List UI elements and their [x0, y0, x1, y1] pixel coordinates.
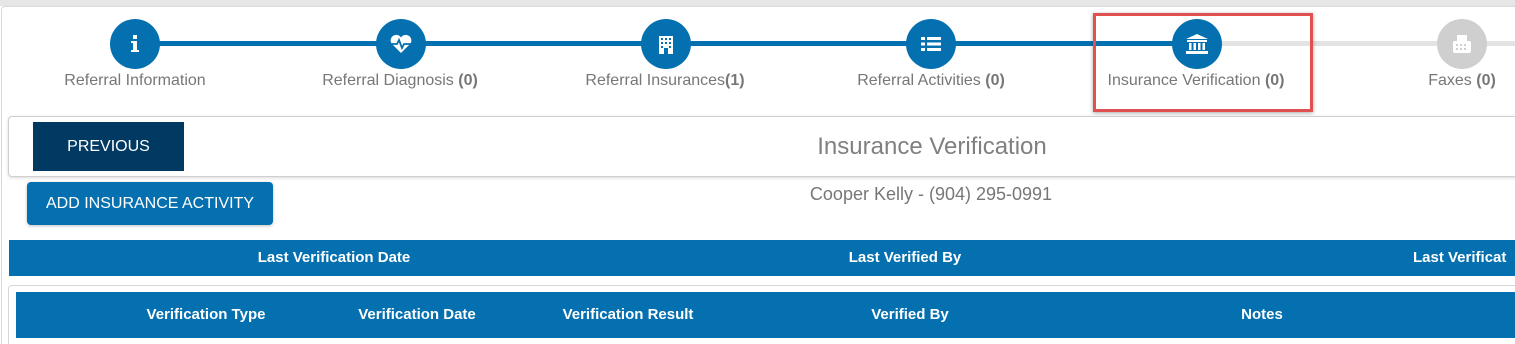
- step-referral-insurances-label[interactable]: Referral Insurances(1): [585, 72, 744, 90]
- active-step-highlight: [1093, 13, 1313, 112]
- column-header-last-verification[interactable]: Last Verificat: [1413, 249, 1506, 266]
- step-referral-diagnosis-label[interactable]: Referral Diagnosis (0): [322, 72, 478, 90]
- column-header-verification-result[interactable]: Verification Result: [563, 306, 694, 323]
- patient-info: Cooper Kelly - (904) 295-0991: [809, 184, 1053, 204]
- verification-table-header: Verification Type Verification Date Veri…: [16, 292, 1515, 338]
- step-referral-diagnosis-button[interactable]: [376, 19, 426, 69]
- column-header-last-verified-by[interactable]: Last Verified By: [849, 249, 962, 266]
- step-faxes-button[interactable]: [1437, 19, 1487, 69]
- step-referral-insurances-button[interactable]: [641, 19, 691, 69]
- step-referral-information-label[interactable]: Referral Information: [64, 72, 205, 90]
- column-header-verified-by[interactable]: Verified By: [871, 306, 949, 323]
- page-title: Insurance Verification: [817, 133, 1047, 160]
- step-referral-activities-button[interactable]: [906, 19, 956, 69]
- referral-wizard: Referral Information Referral Diagnosis …: [0, 0, 1515, 112]
- column-header-notes[interactable]: Notes: [1241, 306, 1283, 323]
- hospital-icon: [658, 34, 674, 54]
- section-header-panel: PREVIOUS Insurance Verification: [8, 116, 1515, 177]
- step-referral-information-button[interactable]: [110, 19, 160, 69]
- summary-table-header: Last Verification Date Last Verified By …: [9, 240, 1515, 276]
- info-icon: [130, 35, 140, 53]
- list-icon: [921, 36, 941, 52]
- fax-icon: [1452, 34, 1472, 54]
- column-header-verification-date[interactable]: Verification Date: [358, 306, 476, 323]
- column-header-last-verification-date[interactable]: Last Verification Date: [258, 249, 411, 266]
- heartbeat-icon: [389, 34, 413, 54]
- step-faxes-label[interactable]: Faxes (0): [1428, 72, 1496, 90]
- step-referral-activities-label[interactable]: Referral Activities (0): [857, 72, 1005, 90]
- verification-table-panel: Verification Type Verification Date Veri…: [8, 285, 1515, 344]
- column-header-verification-type[interactable]: Verification Type: [147, 306, 266, 323]
